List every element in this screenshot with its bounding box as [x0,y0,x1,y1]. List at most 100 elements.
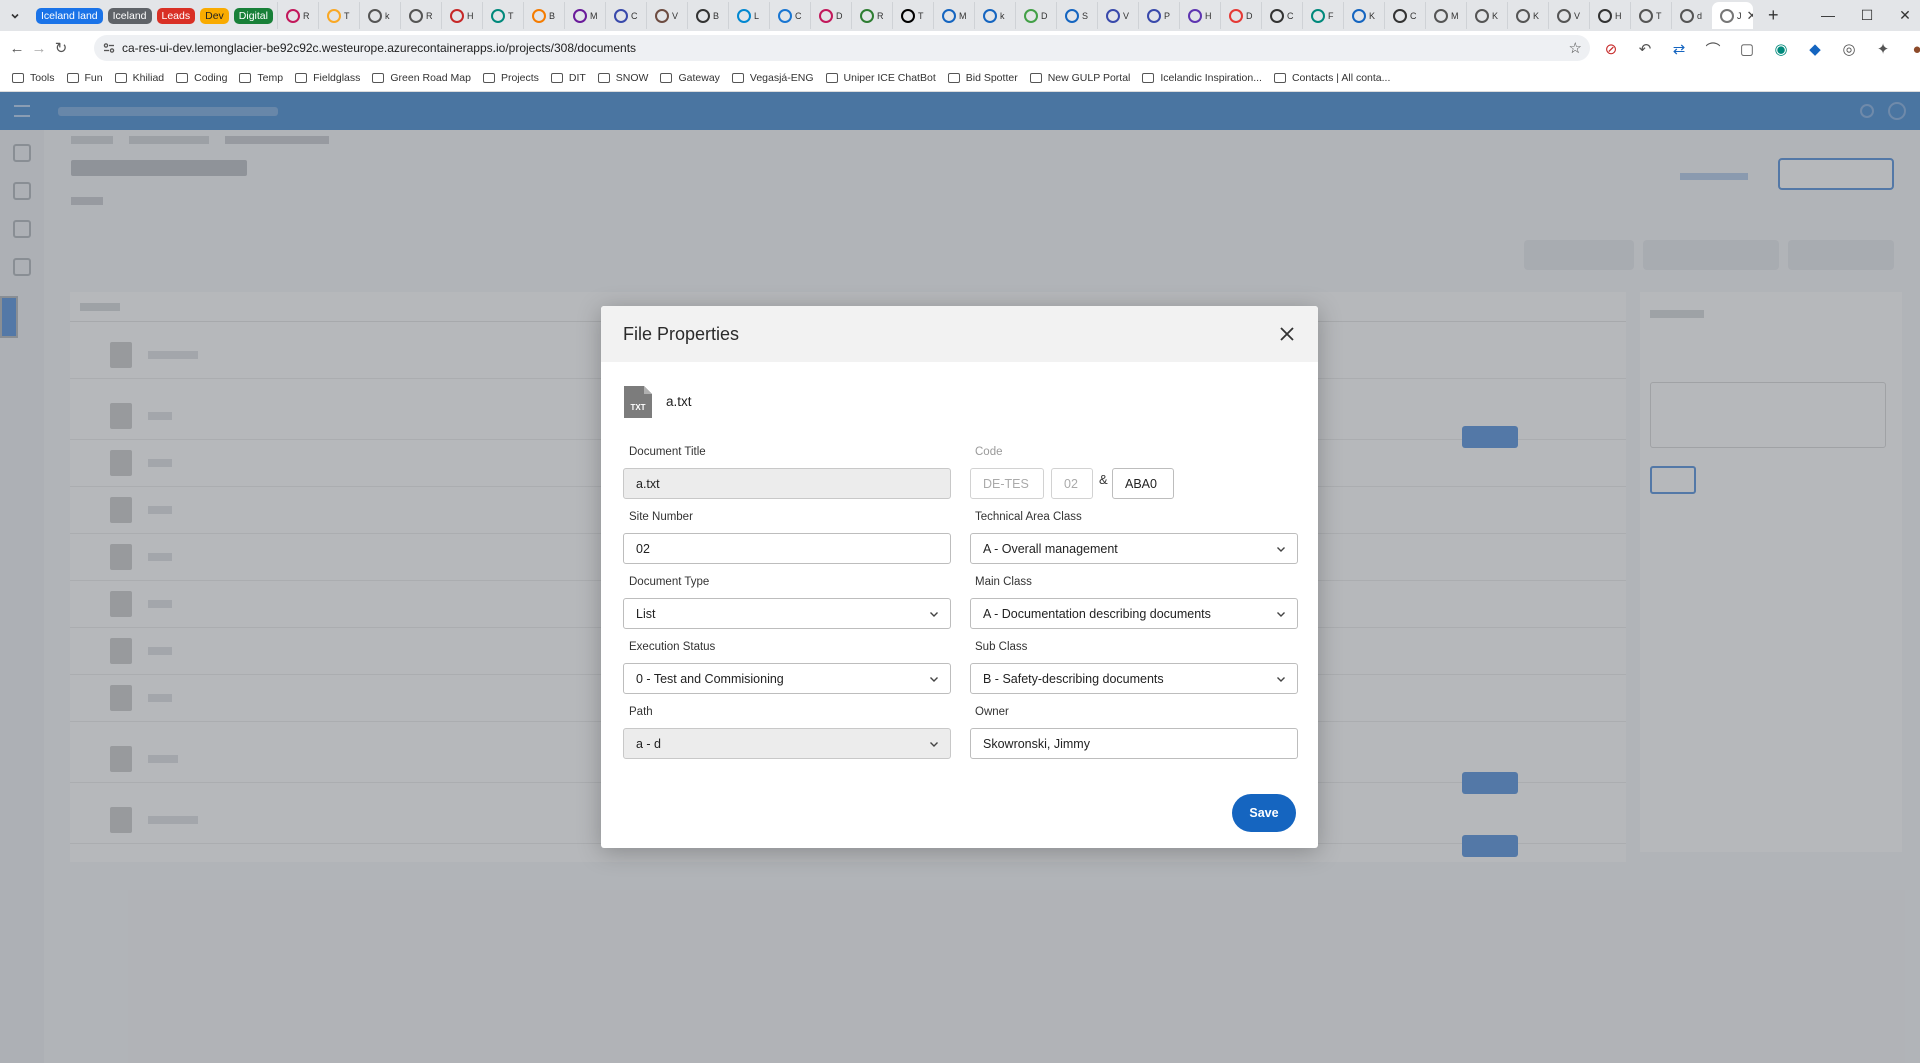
browser-tab[interactable]: C [768,2,810,29]
browser-tab[interactable]: P [1137,2,1179,29]
bookmark-item[interactable]: Contacts | All conta... [1273,72,1390,84]
tab-label: D [835,10,843,21]
sub-class-select[interactable]: B - Safety-describing documents [970,663,1298,694]
document-type-select[interactable]: List [623,598,951,629]
extensions-puzzle-icon[interactable]: ✦ [1872,38,1894,60]
bookmark-item[interactable]: Vegasjá-ENG [731,72,814,84]
chevron-down-icon [929,674,939,684]
browser-tab[interactable]: V [1096,2,1138,29]
bookmark-item[interactable]: DIT [550,72,586,84]
browser-tab[interactable]: R [850,2,892,29]
close-tab-icon[interactable]: ✕ [1746,8,1753,24]
browser-tab[interactable]: M [1424,2,1466,29]
extension-camera-icon[interactable]: ◎ [1838,38,1860,60]
technical-area-class-label: Technical Area Class [975,511,1082,523]
extension-tag-icon[interactable]: ◆ [1804,38,1826,60]
bookmark-star-icon[interactable]: ☆ [1569,39,1582,57]
address-bar[interactable]: ca-res-ui-dev.lemonglacier-be92c92c.west… [94,35,1590,61]
tab-group-iceland-land[interactable]: Iceland land [36,7,103,24]
code-part3-field[interactable]: ABA0 [1112,468,1174,499]
browser-tab[interactable]: K [1342,2,1384,29]
browser-tab[interactable]: D [1014,2,1056,29]
site-info-icon[interactable] [103,42,115,54]
browser-tab[interactable]: M [932,2,974,29]
browser-tab[interactable]: B [522,2,564,29]
bookmark-item[interactable]: Green Road Map [372,72,471,84]
browser-tab[interactable]: R [276,2,318,29]
browser-tab[interactable]: T [1629,2,1671,29]
execution-status-select[interactable]: 0 - Test and Commisioning [623,663,951,694]
browser-tab[interactable]: S [1055,2,1097,29]
minimize-icon[interactable]: — [1818,6,1838,24]
path-select[interactable]: a - d [623,728,951,759]
extension-block-icon[interactable]: ⊘ [1600,38,1622,60]
browser-tab[interactable]: k [973,2,1015,29]
bookmark-item[interactable]: Icelandic Inspiration... [1142,72,1262,84]
bookmark-item[interactable]: Projects [482,72,539,84]
save-button[interactable]: Save [1232,794,1296,832]
tab-favicon-icon [1474,8,1489,23]
technical-area-class-select[interactable]: A - Overall management [970,533,1298,564]
browser-tab[interactable]: C [1383,2,1425,29]
bookmark-item[interactable]: Temp [239,72,283,84]
browser-tab[interactable]: H [1178,2,1220,29]
window-close-icon[interactable]: ✕ [1895,6,1915,24]
bookmark-item[interactable]: Coding [176,72,227,84]
browser-tab[interactable]: V [1547,2,1589,29]
bookmark-item[interactable]: Fieldglass [295,72,360,84]
tab-group-digital[interactable]: Digital [233,7,273,24]
forward-icon[interactable]: → [28,37,50,59]
browser-tab[interactable]: K [1465,2,1507,29]
browser-tab[interactable]: C [1260,2,1302,29]
browser-tab[interactable]: H [440,2,482,29]
extension-grammar-icon[interactable]: ◉ [1770,38,1792,60]
bookmark-item[interactable]: New GULP Portal [1029,72,1130,84]
bookmark-item[interactable]: Khiliad [114,72,164,84]
tab-search-chevron-icon[interactable] [7,8,22,23]
bookmark-item[interactable]: Tools [12,72,55,84]
profile-avatar-icon[interactable]: ● [1906,38,1920,60]
owner-field[interactable]: Skowronski, Jimmy [970,728,1298,759]
site-number-field[interactable]: 02 [623,533,951,564]
browser-tab[interactable]: D [1219,2,1261,29]
browser-tab[interactable]: B [686,2,728,29]
browser-tab[interactable]: D [809,2,851,29]
tab-group-leads[interactable]: Leads [156,7,196,24]
browser-tab[interactable]: R [399,2,441,29]
browser-tab[interactable]: T [317,2,359,29]
close-icon[interactable] [1277,324,1297,344]
bookmark-item[interactable]: Gateway [660,72,720,84]
bookmark-item[interactable]: SNOW [597,72,648,84]
browser-tab[interactable]: k [358,2,400,29]
tab-favicon-icon [1515,8,1530,23]
main-class-select[interactable]: A - Documentation describing documents [970,598,1298,629]
browser-tab[interactable]: H [1588,2,1630,29]
bookmark-item[interactable]: Uniper ICE ChatBot [825,72,936,84]
reload-icon[interactable]: ↻ [50,37,72,59]
maximize-icon[interactable]: ☐ [1857,6,1877,24]
browser-tab[interactable]: K [1506,2,1548,29]
browser-tab[interactable]: M [563,2,605,29]
tab-label: B [548,10,555,21]
browser-tab[interactable]: d [1670,2,1712,29]
tab-group-iceland[interactable]: Iceland [107,7,152,24]
folder-icon [66,73,79,83]
browser-tab[interactable]: C [604,2,646,29]
bookmark-label: Temp [257,72,284,84]
browser-tab[interactable]: V [645,2,687,29]
back-icon[interactable]: ← [6,37,28,59]
new-tab-icon[interactable]: + [1768,5,1779,26]
bookmark-item[interactable]: Fun [66,72,103,84]
extension-translate-icon[interactable]: ⇄ [1668,38,1690,60]
browser-tab[interactable]: L [727,2,769,29]
browser-tab[interactable]: T [891,2,933,29]
bookmark-item[interactable]: Bid Spotter [947,72,1018,84]
extension-box-icon[interactable]: ▢ [1736,38,1758,60]
extension-reply-icon[interactable]: ↶ [1634,38,1656,60]
browser-tab[interactable]: T [481,2,523,29]
browser-tab[interactable]: F [1301,2,1343,29]
tab-active[interactable]: J ✕ [1711,2,1753,29]
tab-favicon-icon [777,8,792,23]
extension-arc-icon[interactable]: ⌒ [1702,38,1724,60]
tab-group-dev[interactable]: Dev [200,7,229,24]
